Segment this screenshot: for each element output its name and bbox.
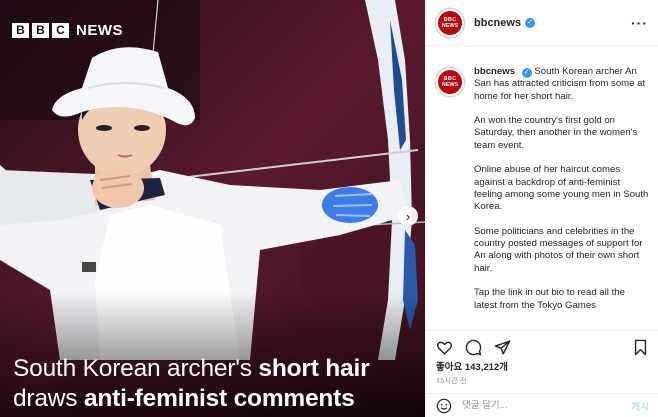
avatar-news-text: NEWS	[441, 82, 459, 88]
headline-part4: anti-feminist comments	[83, 385, 355, 412]
avatar[interactable]: BBC NEWS	[436, 8, 464, 37]
caption-paragraph-2: An won the country's first gold on Satur…	[474, 115, 638, 151]
caption-text: bbcnews ✓ South Korean archer An San has…	[474, 66, 650, 320]
caption-paragraph-3: Online abuse of her haircut comes agains…	[474, 164, 649, 213]
verified-badge-icon: ✓	[525, 17, 536, 28]
verified-badge-icon: ✓	[521, 68, 532, 78]
image-headline: South Korean archer's short hair draws a…	[13, 354, 418, 414]
logo-block-b1: B	[12, 23, 29, 38]
comment-icon[interactable]	[465, 339, 482, 356]
next-image-button[interactable]: ›	[398, 206, 418, 226]
logo-block-c: C	[52, 23, 69, 38]
heart-icon[interactable]	[436, 339, 453, 356]
post-image[interactable]: B B C NEWS › South Korean archer's short…	[0, 0, 425, 417]
action-bar	[426, 330, 658, 358]
post-comment-button[interactable]: 게시	[632, 399, 649, 413]
caption-paragraph-5: Tap the link in out bio to read all the …	[474, 287, 625, 311]
caption-avatar[interactable]: BBC NEWS	[436, 68, 464, 96]
post-header: BBC NEWS bbcnews ✓ ···	[426, 0, 658, 46]
caption-username-link[interactable]: bbcnews	[474, 66, 515, 77]
bookmark-icon[interactable]	[632, 339, 649, 356]
logo-block-b2: B	[32, 23, 49, 38]
share-icon[interactable]	[494, 339, 511, 356]
bbc-news-logo: B B C NEWS	[12, 22, 123, 39]
comment-input[interactable]	[462, 400, 612, 411]
caption-paragraph-4: Some politicians and celebrities in the …	[474, 225, 643, 274]
likes-count[interactable]: 좋아요 143,212개	[436, 359, 508, 373]
logo-word-news: NEWS	[76, 22, 123, 39]
more-options-icon[interactable]: ···	[631, 15, 648, 31]
emoji-icon[interactable]	[436, 398, 452, 414]
avatar-news-text: NEWS	[441, 22, 459, 29]
comment-bar: 게시	[426, 393, 658, 417]
post-timestamp[interactable]: 15시간 전	[436, 376, 467, 386]
username-link[interactable]: bbcnews	[474, 17, 521, 29]
headline-part2: short hair	[258, 355, 370, 382]
caption-paragraph: bbcnews ✓ South Korean archer An San has…	[474, 66, 650, 103]
headline-part1: South Korean archer's	[13, 355, 259, 382]
headline-part3: draws	[13, 385, 84, 412]
post-sidebar: BBC NEWS bbcnews ✓ ··· BBC NEWS bbcnews …	[425, 0, 658, 417]
caption-area[interactable]: BBC NEWS bbcnews ✓ South Korean archer A…	[426, 58, 658, 320]
chevron-right-icon: ›	[405, 208, 411, 224]
caption-row: BBC NEWS bbcnews ✓ South Korean archer A…	[436, 66, 651, 320]
